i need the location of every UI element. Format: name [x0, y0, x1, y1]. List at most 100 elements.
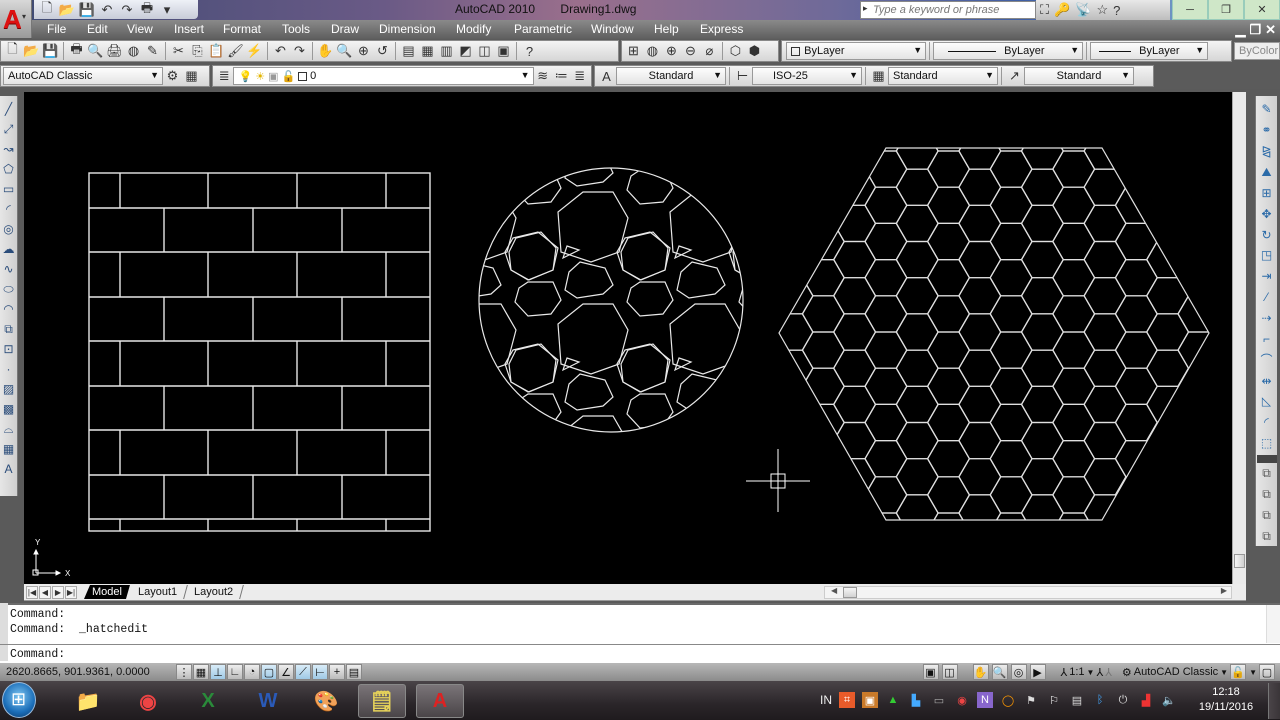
sphere-icon[interactable]: ◍: [643, 42, 662, 60]
match-properties-icon[interactable]: 🖌: [226, 42, 245, 60]
mirror-icon[interactable]: ⧎: [1258, 142, 1276, 161]
clean-screen-icon[interactable]: ▢: [1259, 664, 1275, 680]
showmotion-icon[interactable]: ▶: [1029, 664, 1046, 680]
key-icon[interactable]: 🔑: [1054, 2, 1070, 18]
flag-icon[interactable]: ⚐: [1046, 692, 1062, 708]
network-app-icon[interactable]: ▙: [908, 692, 924, 708]
stretch-icon[interactable]: ⇥: [1258, 267, 1276, 286]
polar-toggle[interactable]: ◔: [244, 664, 260, 680]
polyline-icon[interactable]: ↝: [1, 140, 17, 158]
linetype-control[interactable]: ByLayer ▼: [933, 42, 1084, 60]
toolbar-lock-icon[interactable]: ▦: [182, 67, 201, 85]
language-indicator[interactable]: IN: [820, 693, 832, 707]
save-icon[interactable]: 💾: [41, 42, 60, 60]
rectangle-icon[interactable]: ▭: [1, 180, 17, 198]
erase-icon[interactable]: ✎: [1258, 100, 1276, 119]
annotation-scale[interactable]: 1:1: [1069, 666, 1084, 678]
plot-icon[interactable]: 🖶: [67, 41, 86, 60]
plotstyle-control[interactable]: ByColor: [1234, 42, 1280, 60]
lock-icon[interactable]: 🔓: [1230, 664, 1247, 680]
properties-icon[interactable]: ▤: [399, 42, 418, 60]
command-window-grip[interactable]: [0, 603, 8, 661]
redo-icon[interactable]: ↷: [118, 2, 136, 18]
stone-hatch[interactable]: [393, 92, 892, 504]
sheet-set-icon[interactable]: ◩: [456, 42, 475, 60]
menu-dimension[interactable]: Dimension: [379, 22, 436, 36]
etransmit-icon[interactable]: ✎: [143, 42, 162, 60]
model-space-icon[interactable]: ▣: [922, 664, 939, 680]
offset-icon[interactable]: ⛰: [1258, 163, 1276, 182]
bring-to-front-icon[interactable]: ⧉: [1258, 465, 1276, 484]
menu-format[interactable]: Format: [223, 22, 261, 36]
display-icon[interactable]: ▭: [931, 692, 947, 708]
bring-above-icon[interactable]: ⧉: [1258, 506, 1276, 525]
extend-icon[interactable]: ⇢: [1258, 309, 1276, 328]
help-icon[interactable]: ?: [520, 42, 539, 60]
grid-toggle[interactable]: ⊥: [210, 664, 226, 680]
save-icon[interactable]: 💾: [78, 2, 96, 18]
help-search-input[interactable]: Type a keyword or phrase: [860, 1, 1036, 19]
make-block-icon[interactable]: ⊡: [1, 340, 17, 358]
redo-icon[interactable]: ↷: [290, 42, 309, 60]
satellite-icon[interactable]: 📡: [1075, 2, 1091, 18]
construction-line-icon[interactable]: ⤢: [1, 120, 17, 138]
point-icon[interactable]: ·: [1, 360, 17, 378]
send-under-icon[interactable]: ⧉: [1258, 527, 1276, 546]
open-icon[interactable]: 📂: [58, 2, 76, 18]
start-button[interactable]: [2, 682, 36, 718]
binoculars-icon[interactable]: ⛶: [1040, 2, 1049, 18]
action-center-icon[interactable]: ⚑: [1023, 692, 1039, 708]
chrome-tray-icon[interactable]: ◉: [954, 692, 970, 708]
make-current-layer-icon[interactable]: ≋: [534, 67, 552, 85]
horizontal-scrollbar[interactable]: ◀ ▶: [824, 586, 1232, 599]
explode-icon[interactable]: ⬚: [1258, 434, 1276, 453]
table-style-dropdown[interactable]: Standard ▼: [888, 67, 998, 85]
network-icon[interactable]: ▟: [1138, 692, 1154, 708]
region-icon[interactable]: ⌓: [1, 420, 17, 438]
scroll-left-icon[interactable]: ◀: [831, 586, 837, 595]
layer-properties-icon[interactable]: ≣: [215, 67, 233, 85]
rotate-icon[interactable]: ↻: [1258, 225, 1276, 244]
steering-wheel-icon[interactable]: ◎: [1010, 664, 1027, 680]
multileader-style-icon[interactable]: ↗: [1005, 67, 1024, 85]
gradient-icon[interactable]: ▩: [1, 400, 17, 418]
taskbar-excel[interactable]: X: [184, 684, 232, 718]
quick-view-layouts-icon[interactable]: ◫: [941, 664, 958, 680]
coordinates-display[interactable]: 2620.8665, 901.9361, 0.0000: [0, 666, 176, 678]
ellipse-arc-icon[interactable]: ◠: [1, 300, 17, 318]
block-editor-icon[interactable]: ⚡: [245, 42, 264, 60]
restore-button[interactable]: ❐: [1208, 0, 1244, 20]
layer-states-icon[interactable]: ≣: [570, 67, 588, 85]
zoom-window-icon[interactable]: ⊕: [354, 42, 373, 60]
last-tab-icon[interactable]: ▶|: [65, 585, 77, 599]
doc-close-button[interactable]: ✕: [1265, 22, 1276, 38]
copy-icon[interactable]: ⎘: [188, 42, 207, 60]
prev-tab-icon[interactable]: ◀: [39, 585, 51, 599]
circle-app-icon[interactable]: ◯: [1000, 692, 1016, 708]
print-icon[interactable]: 🖶: [138, 0, 156, 18]
workspace-settings-icon[interactable]: ⚙: [163, 67, 182, 85]
viewport-icon[interactable]: ⊞: [624, 42, 643, 60]
hexagon-hatch[interactable]: [740, 97, 1232, 584]
zoom-previous-icon[interactable]: ↺: [373, 42, 392, 60]
taskbar-chrome[interactable]: ◉: [124, 684, 172, 718]
3dosnap-toggle[interactable]: ∠: [278, 664, 294, 680]
dyn-toggle[interactable]: +: [329, 664, 345, 680]
array-icon[interactable]: ⊞: [1258, 183, 1276, 202]
trim-icon[interactable]: ⁄: [1258, 288, 1276, 307]
menu-help[interactable]: Help: [654, 22, 679, 36]
dim-style-icon[interactable]: ⊢: [733, 67, 752, 85]
design-center-icon[interactable]: ▦: [418, 42, 437, 60]
clock[interactable]: 12:18 19/11/2016: [1196, 685, 1256, 715]
menu-edit[interactable]: Edit: [87, 22, 108, 36]
vertical-scroll-thumb[interactable]: [1234, 554, 1245, 568]
workspace-switch[interactable]: AutoCAD Classic: [1134, 666, 1218, 678]
ellipse-icon[interactable]: ⬭: [1, 280, 17, 298]
first-tab-icon[interactable]: |◀: [26, 585, 38, 599]
menu-view[interactable]: View: [127, 22, 153, 36]
new-icon[interactable]: 🗋: [38, 0, 56, 18]
text-style-dropdown[interactable]: Standard ▼: [616, 67, 726, 85]
doc-minimize-button[interactable]: ▁: [1235, 22, 1245, 38]
pan-icon[interactable]: ✋: [972, 664, 989, 680]
publish-icon[interactable]: 🖨: [105, 42, 124, 60]
